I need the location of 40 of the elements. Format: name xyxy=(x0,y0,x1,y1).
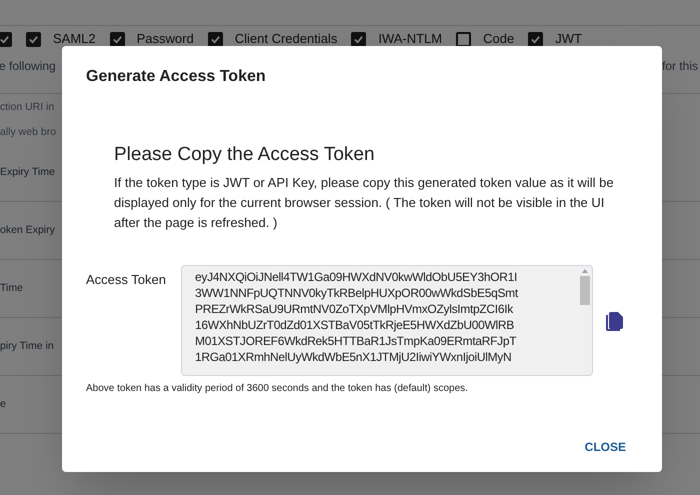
copy-icon[interactable] xyxy=(605,310,625,332)
token-field[interactable] xyxy=(181,264,593,376)
check-icon xyxy=(530,34,542,44)
check-icon xyxy=(112,34,123,44)
token-text-line: 16WXhNbUZrT0dZd01XSTBaV05tTkRjeE5HWXdZbU00WlRB xyxy=(195,316,515,332)
field-label: Expiry Time xyxy=(0,164,55,180)
checkbox[interactable] xyxy=(0,32,12,46)
field-label: ally web bro xyxy=(0,125,56,140)
checkbox[interactable] xyxy=(528,32,544,46)
checkbox[interactable] xyxy=(351,32,366,46)
field-label: piry Time in xyxy=(0,338,54,354)
token-text-line: eyJ4NXQiOiJNell4TW1Ga09HWXdNV0kwWldObU5EY3hOR1I xyxy=(195,268,518,284)
hint-text: for this xyxy=(662,58,698,75)
field-label: ction URI in xyxy=(0,100,54,116)
field-label: e xyxy=(0,396,6,412)
close-button[interactable]: CLOSE xyxy=(576,436,634,458)
message-text: If the token type is JWT or API Key, please copy this generated token value as it will be displayed only for the current browser session. ( The token will not be visible in the UI after the page is refreshed. ) xyxy=(114,174,615,232)
checkbox[interactable] xyxy=(26,32,41,46)
checkbox[interactable] xyxy=(110,32,125,46)
check-icon xyxy=(353,34,364,44)
checkbox-label: SAML2 xyxy=(53,30,96,48)
token-text-line: M01XSTJOREF6WkdRek5HTTBaR1JsTmpKa09ERmtaRFJpT xyxy=(195,332,518,348)
checkbox[interactable] xyxy=(208,32,223,46)
checkbox-label: Code xyxy=(483,30,514,48)
checkbox-label: IWA-NTLM xyxy=(378,30,442,48)
checkbox-label: JWT xyxy=(555,30,582,48)
checkbox-label: Password xyxy=(136,30,194,48)
dialog-title: Generate Access Token xyxy=(86,67,266,87)
field-label: Time xyxy=(0,280,23,296)
token-text-line: PREZrWkRSaU9URmtNV0ZoTXpVMlpHVmxOZylsImtpZCI6Ik xyxy=(195,300,514,316)
token-text-line: 1RGa01XRmhNelUyWkdWbE5nX1JTMjU2IiwiYWxnIjoiUlMyN xyxy=(195,348,512,364)
note-text: Above token has a validity period of 3600 seconds and the token has (default) scopes. xyxy=(86,382,468,396)
heading: Please Copy the Access Token xyxy=(114,143,375,167)
token-text-line: 3WW1NNFpUQTNNV0kyTkRBelpHUXpOR00wWkdSbE5qSmt xyxy=(195,284,520,300)
field-label: oken Expiry xyxy=(0,222,55,238)
check-icon xyxy=(28,34,39,44)
checkbox-label: Client Credentials xyxy=(234,30,338,48)
check-icon xyxy=(210,34,221,44)
field-label: Access Token xyxy=(86,270,167,288)
check-icon xyxy=(0,34,10,44)
